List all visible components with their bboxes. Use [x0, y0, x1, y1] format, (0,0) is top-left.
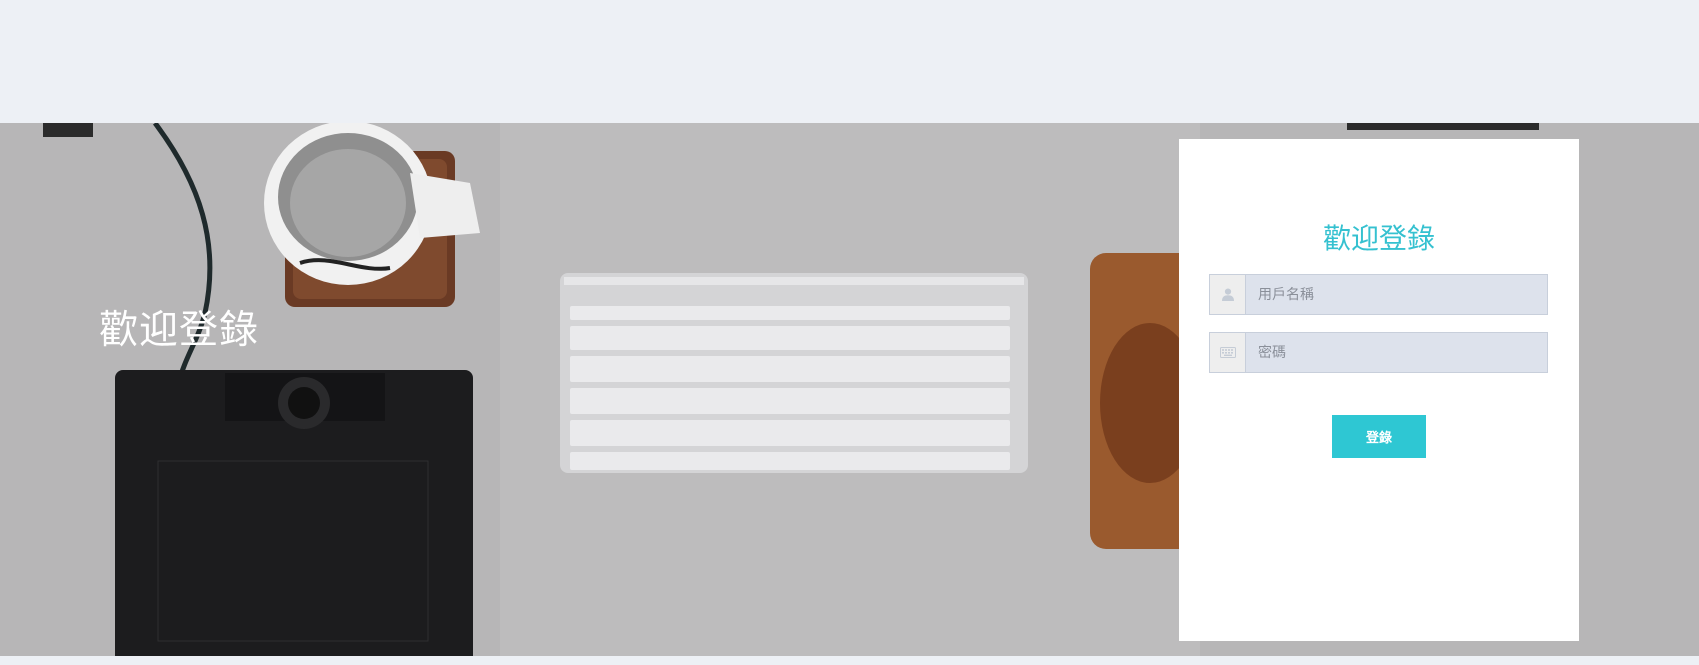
keyboard-icon: [1210, 333, 1246, 372]
login-button[interactable]: 登錄: [1332, 415, 1426, 458]
password-field: [1209, 332, 1548, 373]
hero-title: 歡迎登錄: [99, 308, 260, 353]
password-input[interactable]: [1246, 333, 1547, 372]
user-icon: [1210, 275, 1246, 314]
username-field: [1209, 274, 1548, 315]
login-card: 歡迎登錄 登錄: [1179, 139, 1579, 641]
login-title: 歡迎登錄: [1322, 222, 1435, 255]
username-input[interactable]: [1246, 275, 1547, 314]
